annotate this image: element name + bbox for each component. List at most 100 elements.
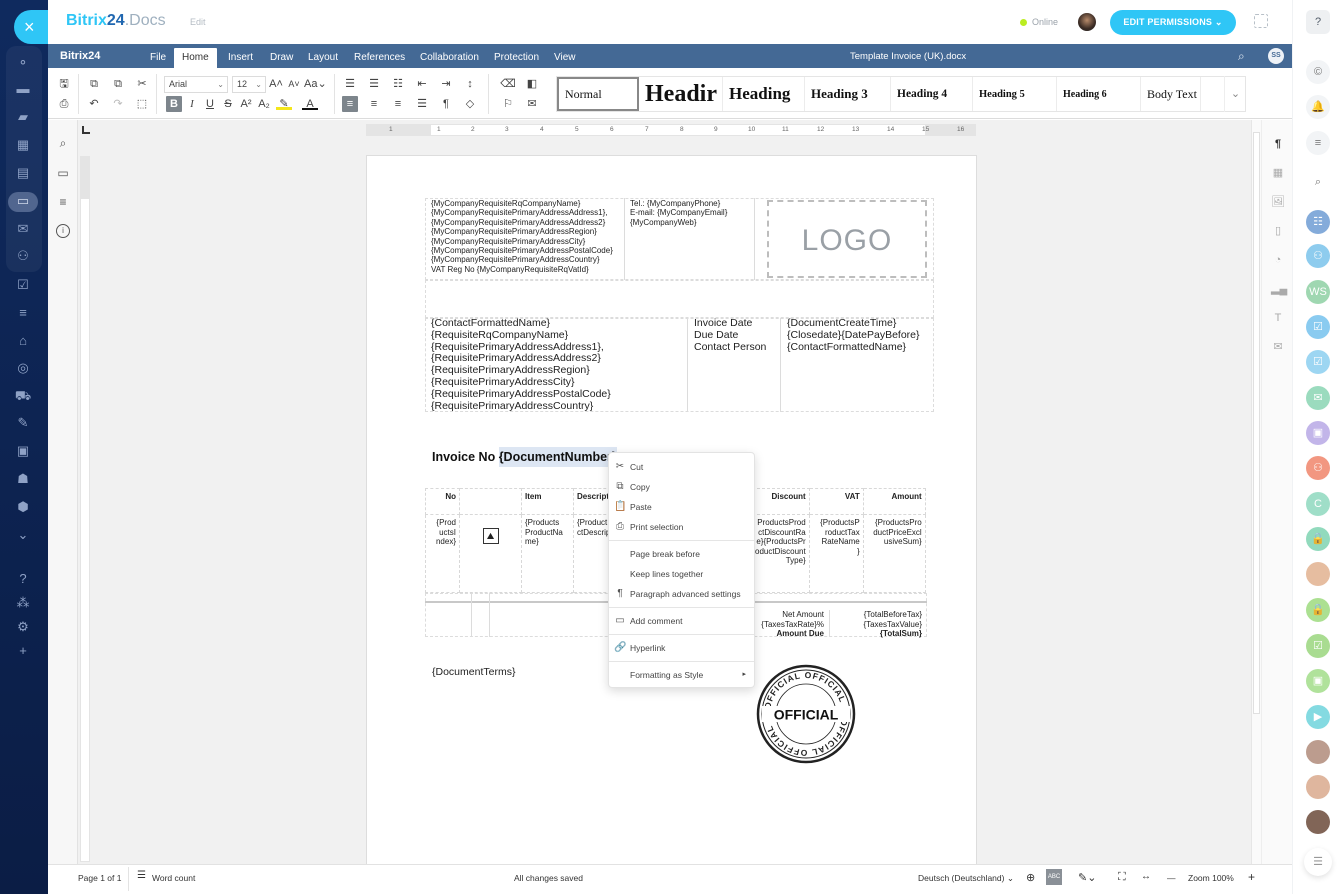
nav-item-structure[interactable]: ⁂ — [12, 594, 34, 612]
tab-stop-selector[interactable] — [82, 126, 90, 134]
nav-item-help[interactable]: ? — [12, 570, 34, 588]
close-button[interactable]: × — [14, 10, 52, 44]
nav-item-mail[interactable]: ✉ — [12, 220, 34, 238]
style-heading[interactable]: Heading — [723, 77, 805, 111]
nav-item-feed[interactable]: ⚬ — [12, 54, 34, 72]
nav-item-add[interactable]: + — [12, 642, 34, 660]
highlight-color-icon[interactable]: ✎ — [276, 96, 292, 110]
context-menu-item-keep-lines-together[interactable]: Keep lines together — [609, 564, 754, 584]
right-bar-search-icon[interactable]: ⌕ — [1306, 170, 1330, 194]
tab-layout[interactable]: Layout — [300, 48, 346, 68]
right-bar-c-avatar[interactable]: C — [1306, 492, 1330, 516]
table-settings-icon[interactable]: ▦ — [1271, 166, 1285, 180]
style-heading-3[interactable]: Heading 3 — [805, 77, 891, 111]
style-body-text[interactable]: Body Text — [1141, 77, 1201, 111]
right-bar-task-2-avatar[interactable]: ☑ — [1306, 350, 1330, 374]
subscript-button[interactable]: A₂ — [256, 96, 272, 112]
nav-item-tasks[interactable]: ☑ — [12, 276, 34, 294]
nav-item-inventory[interactable]: ⌂ — [12, 332, 34, 350]
right-bar-group-red-avatar[interactable]: ⚇ — [1306, 456, 1330, 480]
superscript-button[interactable]: A² — [238, 96, 254, 112]
copy-icon[interactable]: ⧉ — [86, 76, 102, 92]
align-left-button[interactable]: ≡ — [342, 96, 358, 112]
style-heading-6[interactable]: Heading 6 — [1057, 77, 1141, 111]
context-menu-item-add-comment[interactable]: ▭ Add comment — [609, 611, 754, 631]
italic-button[interactable]: I — [184, 96, 200, 112]
search-icon[interactable]: ⌕ — [1238, 49, 1245, 64]
align-right-button[interactable]: ≡ — [390, 96, 406, 112]
decrease-font-icon[interactable]: A˅ — [286, 76, 302, 92]
right-bar-ws-avatar[interactable]: WS — [1306, 280, 1330, 304]
increase-indent-icon[interactable]: ⇥ — [438, 76, 454, 92]
tab-file[interactable]: File — [142, 48, 174, 68]
right-bar-users-avatar[interactable]: ⚇ — [1306, 244, 1330, 268]
style-heading-4[interactable]: Heading 4 — [891, 77, 973, 111]
navigation-icon[interactable]: ≡ — [56, 195, 70, 209]
style-heading-5[interactable]: Heading 5 — [973, 77, 1057, 111]
styles-expand-button[interactable]: ⌄ — [1224, 76, 1246, 112]
tab-view[interactable]: View — [546, 48, 584, 68]
right-bar-contact-card-2-avatar[interactable]: ▣ — [1306, 669, 1330, 693]
align-center-button[interactable]: ≡ — [366, 96, 382, 112]
paragraph-marks-icon[interactable]: ¶ — [438, 96, 454, 112]
bold-button[interactable]: B — [166, 96, 182, 112]
language-select[interactable]: Deutsch (Deutschland) ⌄ — [918, 873, 1014, 884]
right-bar-menu-icon[interactable]: ☰ — [1304, 848, 1332, 876]
mail-merge-icon[interactable]: ✉ — [1271, 340, 1285, 354]
horizontal-ruler[interactable]: 1123456789101112131415161718 — [366, 124, 976, 136]
logo-placeholder[interactable]: LOGO — [767, 200, 927, 278]
redo-icon[interactable]: ↷ — [110, 96, 126, 112]
track-changes-icon[interactable]: ✎⌄ — [1078, 871, 1096, 884]
right-bar-chat-group-avatar[interactable]: ☷ — [1306, 210, 1330, 234]
context-menu-item-formatting-as-style[interactable]: Formatting as Style ▸ — [609, 665, 754, 685]
clear-formatting-icon[interactable]: ⌫ — [500, 76, 516, 92]
comments-icon[interactable]: ▭ — [56, 166, 70, 180]
right-bar-contact-card-avatar[interactable]: ▣ — [1306, 421, 1330, 445]
invoice-number-field[interactable]: {DocumentNumber} — [498, 447, 617, 467]
nav-item-tasks-board[interactable]: ▬ — [12, 80, 34, 98]
mail-merge-icon[interactable]: ✉ — [524, 96, 540, 112]
header-footer-icon[interactable]: ▯ — [1271, 224, 1285, 238]
tab-insert[interactable]: Insert — [220, 48, 261, 68]
right-bar-messages-icon[interactable]: ≡ — [1306, 131, 1330, 155]
vertical-scrollbar[interactable] — [1251, 120, 1261, 864]
globe-icon[interactable]: ⊕ — [1026, 871, 1035, 884]
shape-settings-icon[interactable]: ◔ — [1271, 253, 1285, 267]
change-case-icon[interactable]: Aa⌄ — [304, 76, 327, 92]
color-scheme-icon[interactable]: ◧ — [524, 76, 540, 92]
word-count-icon[interactable]: ☰ — [137, 870, 146, 881]
nav-item-documents[interactable]: ▤ — [12, 164, 34, 182]
nav-item-drive[interactable]: ▭ — [8, 192, 38, 212]
decrease-indent-icon[interactable]: ⇤ — [414, 76, 430, 92]
right-bar-task-1-avatar[interactable]: ☑ — [1306, 315, 1330, 339]
right-bar-lock-1-avatar[interactable]: 🔒 — [1306, 527, 1330, 551]
nav-item-contact-center[interactable]: ▣ — [12, 442, 34, 460]
line-spacing-icon[interactable]: ↕ — [462, 76, 478, 92]
right-bar-help-icon[interactable]: ? — [1306, 10, 1330, 34]
context-menu-item-paste[interactable]: 📋 Paste — [609, 497, 754, 517]
increase-font-icon[interactable]: A˄ — [268, 76, 284, 92]
tab-protection[interactable]: Protection — [486, 48, 547, 68]
save-icon[interactable]: 🖫 — [56, 76, 72, 92]
nav-item-more[interactable]: ⌄ — [12, 526, 34, 544]
spellcheck-icon[interactable]: ABC — [1046, 869, 1062, 885]
cut-icon[interactable]: ✂ — [134, 76, 150, 92]
style-normal[interactable]: Normal — [557, 77, 639, 111]
scrollbar-thumb[interactable] — [1253, 132, 1260, 714]
tab-collaboration[interactable]: Collaboration — [412, 48, 487, 68]
underline-button[interactable]: U — [202, 96, 218, 112]
right-bar-mail-avatar[interactable]: ✉ — [1306, 386, 1330, 410]
chart-settings-icon[interactable]: ▂▄ — [1271, 282, 1287, 296]
right-bar-lock-2-avatar[interactable]: 🔒 — [1306, 598, 1330, 622]
select-all-icon[interactable]: ⬚ — [134, 96, 150, 112]
right-bar-notifications-icon[interactable]: 🔔 — [1306, 95, 1330, 119]
right-bar-person-4-avatar[interactable] — [1306, 810, 1330, 834]
nav-item-sign[interactable]: ✎ — [12, 414, 34, 432]
right-bar-person-1-avatar[interactable] — [1306, 562, 1330, 586]
search-icon[interactable]: ⌕ — [56, 136, 70, 150]
fit-width-icon[interactable]: ↔ — [1141, 871, 1151, 882]
nav-item-settings[interactable]: ⚙ — [12, 618, 34, 636]
text-art-icon[interactable]: T — [1271, 311, 1285, 325]
multilevel-list-icon[interactable]: ☷ — [390, 76, 406, 92]
paragraph-settings-icon[interactable]: ¶ — [1271, 137, 1285, 151]
